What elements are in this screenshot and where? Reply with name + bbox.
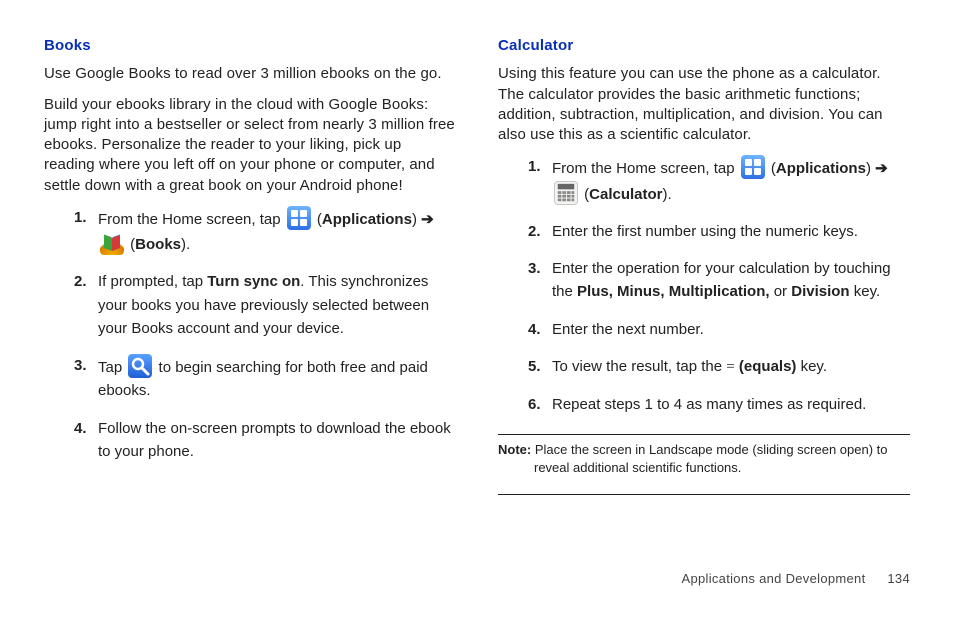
books-step-1: From the Home screen, tap (Applications)… xyxy=(74,206,456,257)
books-label: Books xyxy=(135,236,181,253)
note-text: Place the screen in Landscape mode (slid… xyxy=(534,442,888,475)
left-column: Books Use Google Books to read over 3 mi… xyxy=(44,36,456,596)
page-footer: Applications and Development 134 xyxy=(681,570,910,588)
books-icon xyxy=(100,231,124,255)
note-label: Note: xyxy=(498,442,535,457)
calculator-label: Calculator xyxy=(589,186,662,203)
books-intro-1: Use Google Books to read over 3 million … xyxy=(44,64,456,84)
books-heading: Books xyxy=(44,36,456,56)
search-icon xyxy=(128,354,152,378)
applications-icon xyxy=(287,206,311,230)
calc-step-1: From the Home screen, tap (Applications)… xyxy=(528,155,910,206)
footer-section: Applications and Development xyxy=(681,571,865,586)
calc-step-5: To view the result, tap the = (equals) k… xyxy=(528,355,910,379)
arrow-icon: ➔ xyxy=(421,211,434,228)
calculator-steps: From the Home screen, tap (Applications)… xyxy=(528,155,910,416)
calculator-intro: Using this feature you can use the phone… xyxy=(498,64,910,145)
calc-step-3: Enter the operation for your calculation… xyxy=(528,257,910,304)
applications-label: Applications xyxy=(776,160,866,177)
calc-step-4: Enter the next number. xyxy=(528,318,910,341)
arrow-icon: ➔ xyxy=(875,160,888,177)
footer-page-number: 134 xyxy=(887,571,910,586)
calc-step-6: Repeat steps 1 to 4 as many times as req… xyxy=(528,393,910,416)
note-separator-bottom xyxy=(498,494,910,495)
note-block: Note: Place the screen in Landscape mode… xyxy=(498,441,910,476)
books-intro-2: Build your ebooks library in the cloud w… xyxy=(44,95,456,196)
calculator-icon xyxy=(554,181,578,205)
applications-label: Applications xyxy=(322,211,412,228)
books-step-4: Follow the on-screen prompts to download… xyxy=(74,417,456,464)
calc-step-2: Enter the first number using the numeric… xyxy=(528,220,910,243)
note-separator-top xyxy=(498,434,910,435)
calculator-heading: Calculator xyxy=(498,36,910,56)
books-steps: From the Home screen, tap (Applications)… xyxy=(74,206,456,463)
books-step-3: Tap to begin searching for both free and… xyxy=(74,354,456,403)
books-step-2: If prompted, tap Turn sync on. This sync… xyxy=(74,270,456,340)
right-column: Calculator Using this feature you can us… xyxy=(498,36,910,596)
applications-icon xyxy=(741,155,765,179)
